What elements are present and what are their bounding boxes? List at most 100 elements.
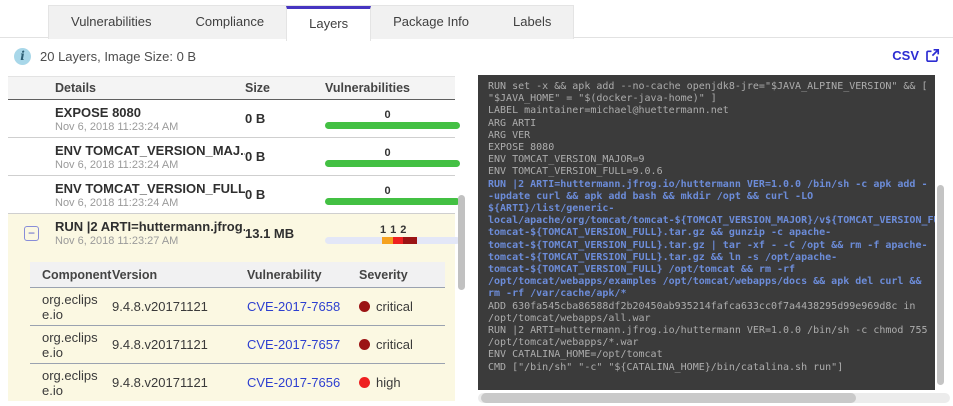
layer-size: 0 B — [245, 187, 266, 202]
severity-dot — [359, 301, 370, 312]
terminal-line: tomcat-${TOMCAT_VERSION_FULL}.tar.gz && … — [488, 227, 832, 239]
high-segment — [393, 236, 403, 244]
tab-labels[interactable]: Labels — [491, 6, 573, 39]
layers-summary: 20 Layers, Image Size: 0 B — [40, 49, 197, 64]
layers-table: Details Size Vulnerabilities EXPOSE 8080… — [8, 76, 460, 401]
column-header-version: Version — [112, 267, 158, 282]
tab-vulnerabilities[interactable]: Vulnerabilities — [49, 6, 173, 39]
cve-link[interactable]: CVE-2017-7657 — [247, 337, 340, 352]
medium-count: 1 — [380, 223, 387, 236]
terminal-line: tomcat-${TOMCAT_VERSION_FULL}.tar.gz | t… — [488, 239, 928, 251]
terminal-line: rm -rf /var/cache/apk/* — [488, 288, 627, 300]
column-header-severity: Severity — [359, 267, 408, 282]
layer-title: ENV TOMCAT_VERSION_FULL... — [55, 180, 245, 196]
vuln-bar-segmented — [325, 236, 460, 244]
version-cell: 9.4.8.v20171121 — [112, 337, 208, 352]
vuln-severity-counts: 1 1 2 — [325, 223, 450, 237]
high-count: 1 — [390, 223, 397, 236]
component-cell: org.eclipse.io — [42, 291, 98, 322]
subtable-header: Component Version Vulnerability Severity — [30, 262, 445, 287]
csv-export-link[interactable]: CSV — [892, 48, 919, 63]
terminal-line: /opt/tomcat/webapps/examples /opt/tomcat… — [488, 276, 922, 288]
vulnerability-row: org.eclipse.io 9.4.8.v20171121 CVE-2017-… — [30, 287, 445, 325]
layer-timestamp: Nov 6, 2018 11:23:24 AM — [55, 120, 179, 133]
column-header-vulnerability: Vulnerability — [247, 267, 322, 282]
layer-row-env-version-full[interactable]: ENV TOMCAT_VERSION_FULL... Nov 6, 2018 1… — [8, 176, 460, 214]
vuln-bar-clean — [325, 122, 460, 129]
terminal-line: ARG VER — [488, 129, 531, 141]
layers-table-header: Details Size Vulnerabilities — [8, 76, 455, 100]
page-vertical-scrollbar[interactable] — [937, 185, 944, 385]
info-icon: i — [14, 48, 31, 65]
layer-timestamp: Nov 6, 2018 11:23:24 AM — [55, 158, 179, 171]
vuln-bar-clean — [325, 198, 460, 205]
version-cell: 9.4.8.v20171121 — [112, 375, 208, 390]
dockerfile-panel: RUN set -x && apk add --no-cache openjdk… — [478, 75, 935, 390]
terminal-line: -update curl && apk add bash && mkdir /o… — [488, 190, 814, 202]
vuln-count: 0 — [384, 185, 391, 197]
component-cell: org.eclipse.io — [42, 329, 98, 360]
terminal-line: ADD 630fa545cba86588df2b20450ab935214faf… — [488, 300, 916, 312]
terminal-line: local/apache/org/tomcat/tomcat-${TOMCAT_… — [488, 215, 935, 227]
export-icon[interactable] — [925, 48, 940, 63]
summary-row: i 20 Layers, Image Size: 0 B CSV — [0, 45, 953, 71]
critical-count: 2 — [400, 223, 407, 236]
collapse-button[interactable]: − — [24, 225, 39, 241]
terminal-line: tomcat-${TOMCAT_VERSION_FULL} /opt/tomca… — [488, 264, 796, 276]
severity-dot — [359, 339, 370, 350]
terminal-line: RUN |2 ARTI=huttermann.jfrog.io/hutterma… — [488, 325, 928, 337]
layer-title: EXPOSE 8080 — [55, 104, 141, 120]
vulnerability-row: org.eclipse.io 9.4.8.v20171121 CVE-2017-… — [30, 325, 445, 363]
column-header-details: Details — [55, 81, 96, 95]
terminal-line: ${ARTI}/list/generic- — [488, 203, 615, 215]
terminal-line: RUN set -x && apk add --no-cache openjdk… — [488, 81, 928, 92]
dockerfile-lines: RUN set -x && apk add --no-cache openjdk… — [488, 81, 935, 374]
terminal-line: ARG ARTI — [488, 117, 537, 129]
column-header-vulnerabilities: Vulnerabilities — [325, 81, 410, 95]
layer-row-expose-8080[interactable]: EXPOSE 8080 Nov 6, 2018 11:23:24 AM 0 B … — [8, 100, 460, 138]
tab-compliance[interactable]: Compliance — [173, 6, 286, 39]
cve-link[interactable]: CVE-2017-7658 — [247, 299, 340, 314]
layer-size: 13.1 MB — [245, 225, 295, 241]
vuln-count: 0 — [384, 109, 391, 121]
layer-timestamp: Nov 6, 2018 11:23:24 AM — [55, 196, 179, 209]
terminal-line: tomcat-${TOMCAT_VERSION_FULL}.tar.gz && … — [488, 251, 838, 263]
layer-timestamp: Nov 6, 2018 11:23:27 AM — [55, 235, 179, 247]
tab-package-info[interactable]: Package Info — [371, 6, 491, 39]
image-layers-view: Vulnerabilities Compliance Layers Packag… — [0, 0, 953, 406]
vulnerability-row: org.eclipse.io 9.4.8.v20171121 CVE-2017-… — [30, 363, 445, 401]
component-cell: org.eclipse.io — [42, 367, 98, 398]
terminal-line: RUN |2 ARTI=huttermann.jfrog.io/hutterma… — [488, 178, 928, 190]
severity-label: critical — [376, 299, 413, 314]
tab-bar: Vulnerabilities Compliance Layers Packag… — [0, 0, 953, 41]
terminal-line: CMD ["/bin/sh" "-c" "${CATALINA_HOME}/bi… — [488, 361, 844, 373]
minus-icon: − — [27, 226, 35, 240]
layer-row-env-version-major[interactable]: ENV TOMCAT_VERSION_MAJ... Nov 6, 2018 11… — [8, 138, 460, 176]
vuln-count: 0 — [384, 147, 391, 159]
layer-row-run-arti[interactable]: − RUN |2 ARTI=huttermann.jfrog.i... Nov … — [8, 214, 460, 252]
layer-size: 0 B — [245, 111, 266, 126]
layers-table-scrollbar[interactable] — [458, 195, 465, 290]
column-header-size: Size — [245, 81, 271, 95]
severity-label: critical — [376, 337, 413, 352]
terminal-horizontal-scrollbar[interactable] — [478, 393, 950, 403]
tab-strip: Vulnerabilities Compliance Layers Packag… — [48, 5, 575, 41]
terminal-line: ENV CATALINA_HOME=/opt/tomcat — [488, 349, 663, 361]
terminal-line: LABEL maintainer=michael@huettermann.net — [488, 105, 729, 117]
severity-label: high — [376, 375, 401, 390]
layer-title: ENV TOMCAT_VERSION_MAJ... — [55, 142, 245, 158]
tab-layers[interactable]: Layers — [286, 6, 372, 41]
terminal-line: /opt/tomcat/webapps/*.war — [488, 337, 639, 349]
cve-link[interactable]: CVE-2017-7656 — [247, 375, 340, 390]
layer-size: 0 B — [245, 149, 266, 164]
terminal-line: ENV TOMCAT_VERSION_FULL=9.0.6 — [488, 166, 663, 178]
layer-title: RUN |2 ARTI=huttermann.jfrog.i... — [55, 219, 245, 234]
terminal-line: ENV TOMCAT_VERSION_MAJOR=9 — [488, 154, 645, 166]
terminal-line: /opt/tomcat/webapps/all.war — [488, 312, 651, 324]
horizontal-scrollbar-thumb[interactable] — [481, 393, 856, 403]
column-header-component: Component — [42, 267, 112, 282]
medium-segment — [382, 236, 393, 244]
terminal-line: EXPOSE 8080 — [488, 142, 555, 154]
vuln-bar-clean — [325, 160, 460, 167]
severity-dot — [359, 377, 370, 388]
